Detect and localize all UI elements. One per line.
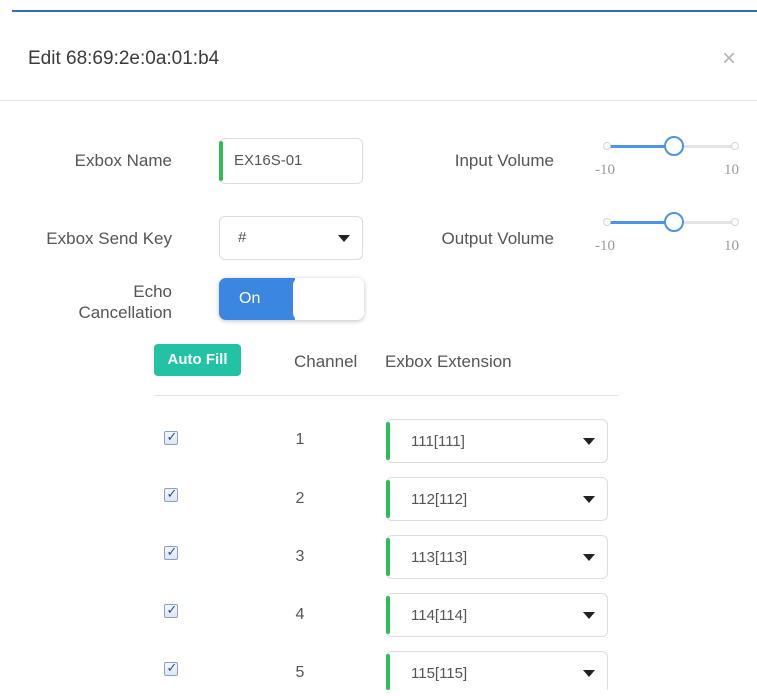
extension-select[interactable]: 115[115] xyxy=(386,651,608,690)
slider-stop-max xyxy=(731,218,739,226)
caret-down-icon xyxy=(583,670,595,677)
slider-handle[interactable] xyxy=(664,212,684,232)
exbox-name-value: EX16S-01 xyxy=(234,152,303,169)
required-indicator xyxy=(386,480,390,518)
caret-down-icon xyxy=(583,612,595,619)
channel-column-header: Channel xyxy=(294,352,358,371)
dialog-header: Edit 68:69:2e:0a:01:b4 × xyxy=(0,12,757,101)
required-indicator xyxy=(219,141,223,181)
channel-number: 1 xyxy=(295,431,305,448)
slider-max-label: 10 xyxy=(724,162,739,178)
edit-exbox-dialog: Edit 68:69:2e:0a:01:b4 × Exbox Name EX16… xyxy=(0,0,757,690)
echo-label-line1: Echo xyxy=(133,282,172,301)
output-volume-label: Output Volume xyxy=(441,229,554,248)
required-indicator xyxy=(386,422,390,460)
toggle-knob xyxy=(293,278,364,320)
input-volume-label: Input Volume xyxy=(454,151,554,170)
slider-handle[interactable] xyxy=(664,136,684,156)
exbox-name-input[interactable]: EX16S-01 xyxy=(219,138,363,184)
extension-value: 113[113] xyxy=(411,549,468,566)
extension-select[interactable]: 113[113] xyxy=(386,535,608,579)
send-key-select[interactable]: # xyxy=(219,216,363,260)
required-indicator xyxy=(386,538,390,576)
caret-down-icon xyxy=(583,496,595,503)
auto-fill-button[interactable]: Auto Fill xyxy=(154,344,241,376)
required-indicator xyxy=(386,596,390,634)
slider-min-label: -10 xyxy=(595,162,615,178)
caret-down-icon xyxy=(338,235,350,242)
send-key-value: # xyxy=(238,229,247,246)
caret-down-icon xyxy=(583,554,595,561)
required-indicator xyxy=(386,654,390,690)
channel-5-checkbox[interactable]: ✓ xyxy=(164,660,178,676)
dialog-title: Edit 68:69:2e:0a:01:b4 xyxy=(28,48,220,69)
checkbox-checked-icon: ✓ xyxy=(166,602,178,617)
echo-cancellation-toggle[interactable]: On xyxy=(219,278,364,320)
slider-stop-max xyxy=(731,142,739,150)
checkbox-checked-icon: ✓ xyxy=(166,544,178,559)
table-divider xyxy=(154,395,618,396)
checkbox-checked-icon: ✓ xyxy=(166,486,178,501)
send-key-label: Exbox Send Key xyxy=(46,229,172,248)
slider-stop-min xyxy=(603,218,611,226)
echo-label-line2: Cancellation xyxy=(78,303,172,322)
checkbox-checked-icon: ✓ xyxy=(166,660,178,675)
extension-value: 112[112] xyxy=(411,491,468,508)
toggle-on-label: On xyxy=(219,278,295,320)
channel-number: 5 xyxy=(295,664,305,681)
echo-cancellation-label: Echo Cancellation xyxy=(40,281,172,323)
channel-number: 4 xyxy=(295,606,305,623)
checkbox-checked-icon: ✓ xyxy=(166,429,178,444)
extension-column-header: Exbox Extension xyxy=(385,352,512,371)
channel-4-checkbox[interactable]: ✓ xyxy=(164,602,178,618)
channel-1-checkbox[interactable]: ✓ xyxy=(164,429,178,445)
extension-select[interactable]: 114[114] xyxy=(386,593,608,637)
caret-down-icon xyxy=(583,438,595,445)
channel-2-checkbox[interactable]: ✓ xyxy=(164,486,178,502)
channel-number: 2 xyxy=(295,490,305,507)
slider-min-label: -10 xyxy=(595,238,615,254)
extension-value: 115[115] xyxy=(411,665,468,682)
exbox-name-label: Exbox Name xyxy=(74,151,172,170)
slider-max-label: 10 xyxy=(724,238,739,254)
extension-value: 114[114] xyxy=(411,607,468,624)
extension-select[interactable]: 112[112] xyxy=(386,477,608,521)
channel-3-checkbox[interactable]: ✓ xyxy=(164,544,178,560)
extension-value: 111[111] xyxy=(411,433,465,450)
slider-stop-min xyxy=(603,142,611,150)
close-icon[interactable]: × xyxy=(716,46,742,72)
channel-number: 3 xyxy=(295,548,305,565)
extension-select[interactable]: 111[111] xyxy=(386,419,608,463)
